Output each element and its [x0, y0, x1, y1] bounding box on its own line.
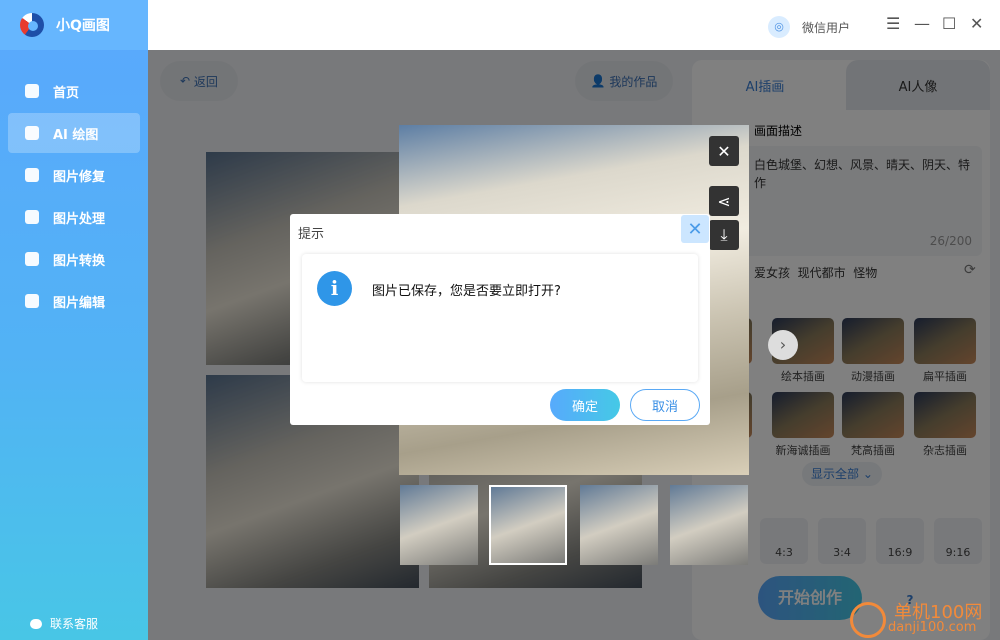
ratio-option[interactable]: 4:3 [760, 518, 808, 564]
dialog-close-icon[interactable]: ✕ [681, 215, 709, 243]
show-all-button[interactable]: 显示全部 ⌄ [802, 462, 882, 486]
ratio-label: 4:3 [775, 546, 793, 559]
style-thumbnail [772, 392, 834, 438]
maximize-button[interactable]: ☐ [942, 14, 956, 33]
back-button[interactable]: ↶ 返回 [160, 61, 238, 101]
share-icon[interactable]: ⋖ [709, 186, 739, 216]
my-works-button[interactable]: 👤 我的作品 [575, 61, 673, 101]
sidebar-item-process[interactable]: 图片处理 [8, 197, 140, 237]
download-icon[interactable]: ⤓ [709, 220, 739, 250]
style-option[interactable]: 新海诚插画 [772, 392, 834, 458]
ratio-option[interactable]: 9:16 [934, 518, 982, 564]
ratio-option[interactable]: 3:4 [818, 518, 866, 564]
sidebar-item-label: AI 绘图 [53, 127, 99, 143]
next-arrow-icon[interactable]: › [768, 330, 798, 360]
start-create-button[interactable]: 开始创作 [758, 576, 862, 620]
thumbnail[interactable] [580, 485, 658, 565]
sidebar-item-home[interactable]: 首页 [8, 71, 140, 111]
style-label: 扁平插画 [923, 370, 967, 383]
titlebar: ◎ 微信用户 ☰ — ☐ ✕ [148, 0, 1000, 50]
style-option[interactable]: 动漫插画 [842, 318, 904, 384]
sidebar-item-ai-draw[interactable]: AI 绘图 [8, 113, 140, 153]
confirm-button[interactable]: 确定 [550, 389, 620, 421]
style-label: 新海诚插画 [775, 444, 831, 457]
user-account[interactable]: ◎ 微信用户 [768, 16, 850, 38]
confirm-dialog: 提示 ✕ i 图片已保存，您是否要立即打开? 确定 取消 [290, 214, 710, 425]
style-thumbnail [842, 392, 904, 438]
palette-icon [25, 126, 39, 140]
tab-ai-illustration[interactable]: AI插画 [694, 60, 836, 110]
sidebar-item-label: 图片处理 [53, 211, 106, 227]
sidebar-item-edit[interactable]: 图片编辑 [8, 281, 140, 321]
user-name: 微信用户 [802, 20, 851, 35]
home-icon [25, 84, 39, 98]
menu-icon[interactable]: ☰ [886, 14, 900, 33]
thumbnail[interactable] [400, 485, 478, 565]
ratio-label: 16:9 [887, 546, 913, 559]
show-all-label: 显示全部 [811, 467, 860, 481]
style-thumbnail [842, 318, 904, 364]
style-label: 杂志插画 [923, 444, 967, 457]
sidebar: 小Q画图 首页 AI 绘图 图片修复 图片处理 图片转换 图片编辑 联系客服 [0, 0, 148, 640]
app-header: 小Q画图 [0, 0, 148, 50]
dialog-title: 提示 [298, 227, 325, 242]
repair-icon [25, 168, 39, 182]
sidebar-item-label: 图片修复 [53, 169, 106, 185]
my-works-label: 我的作品 [609, 74, 658, 89]
convert-icon [25, 252, 39, 266]
chat-icon [30, 618, 42, 629]
desc-text: 白色城堡、幻想、风景、晴天、阴天、特 [754, 158, 971, 172]
style-label: 动漫插画 [851, 370, 895, 383]
style-option[interactable]: 扁平插画 [914, 318, 976, 384]
sidebar-item-label: 图片编辑 [53, 295, 106, 311]
contact-label: 联系客服 [50, 617, 99, 631]
back-label: 返回 [193, 74, 218, 89]
style-thumbnail [914, 318, 976, 364]
style-thumbnail [914, 392, 976, 438]
ratio-option[interactable]: 16:9 [876, 518, 924, 564]
contact-support[interactable]: 联系客服 [30, 615, 98, 632]
desc-text: 作 [754, 176, 767, 190]
minimize-button[interactable]: — [914, 14, 930, 33]
desc-label: 画面描述 [754, 124, 803, 138]
thumbnail[interactable] [670, 485, 748, 565]
close-preview-icon[interactable]: ✕ [709, 136, 739, 166]
app-name: 小Q画图 [56, 18, 110, 34]
dialog-message: 图片已保存，您是否要立即打开? [372, 284, 561, 299]
wechat-icon: ◎ [768, 16, 790, 38]
tools-icon [25, 210, 39, 224]
sidebar-item-label: 首页 [53, 85, 80, 101]
cancel-button[interactable]: 取消 [630, 389, 700, 421]
char-count: 26/200 [929, 234, 972, 248]
info-icon: i [317, 271, 352, 306]
thumbnail-selected[interactable] [489, 485, 567, 565]
tag-list[interactable]: 爱女孩 现代都市 怪物 [754, 264, 877, 281]
sidebar-item-label: 图片转换 [53, 253, 106, 269]
edit-icon [25, 294, 39, 308]
sidebar-item-convert[interactable]: 图片转换 [8, 239, 140, 279]
style-label: 梵高插画 [851, 444, 895, 457]
tab-ai-portrait[interactable]: AI人像 [846, 60, 990, 110]
sidebar-item-repair[interactable]: 图片修复 [8, 155, 140, 195]
refresh-icon[interactable]: ⟳ [964, 262, 976, 278]
dialog-body: i 图片已保存，您是否要立即打开? [302, 254, 698, 382]
style-option[interactable]: 杂志插画 [914, 392, 976, 458]
style-label: 绘本插画 [781, 370, 825, 383]
ratio-label: 3:4 [833, 546, 851, 559]
ratio-label: 9:16 [945, 546, 971, 559]
style-option[interactable]: 梵高插画 [842, 392, 904, 458]
app-logo-icon [20, 13, 44, 37]
watermark-url: danji100.com [888, 620, 977, 635]
close-button[interactable]: ✕ [970, 14, 983, 33]
